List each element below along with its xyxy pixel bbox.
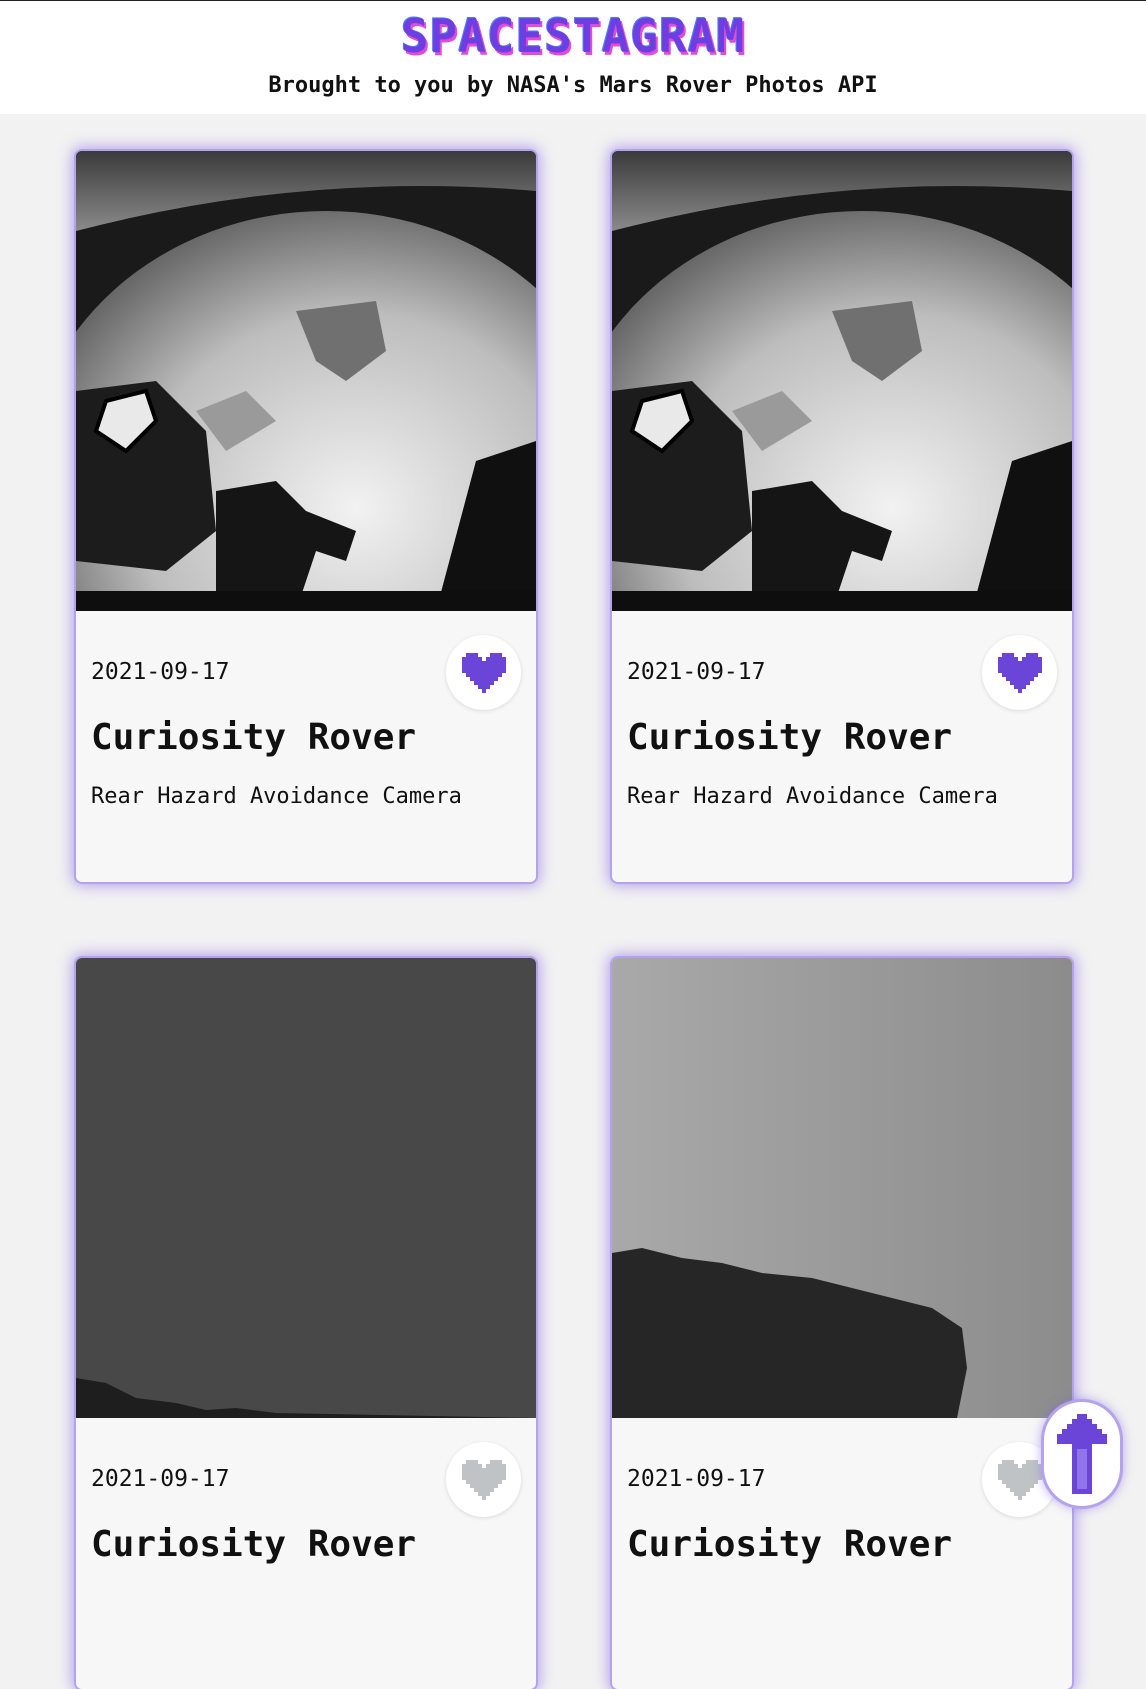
rover-name: Curiosity Rover <box>91 717 417 758</box>
arrow-up-icon <box>1057 1414 1107 1494</box>
photo-date: 2021-09-17 <box>91 659 230 685</box>
like-button[interactable] <box>446 1442 521 1517</box>
rover-photo <box>76 958 536 1418</box>
photo-card: 2021-09-17 Curiosity Rover <box>76 958 536 1689</box>
heart-icon <box>997 1459 1042 1500</box>
site-tagline: Brought to you by NASA's Mars Rover Phot… <box>268 73 878 98</box>
heart-icon <box>461 1459 506 1500</box>
site-header: SPACESTAGRAM Brought to you by NASA's Ma… <box>0 0 1146 114</box>
photo-card: 2021-09-17 Curiosity Rover Rear Hazard A… <box>76 151 536 882</box>
rover-name: Curiosity Rover <box>91 1524 417 1565</box>
photo-card: 2021-09-17 Curiosity Rover Rear Hazard A… <box>612 151 1072 882</box>
rover-photo <box>76 151 536 611</box>
rover-photo <box>612 151 1072 611</box>
rover-name: Curiosity Rover <box>627 717 953 758</box>
heart-icon <box>461 652 506 693</box>
like-button[interactable] <box>982 635 1057 710</box>
scroll-to-top-button[interactable] <box>1044 1402 1120 1506</box>
camera-name: Rear Hazard Avoidance Camera <box>91 784 462 809</box>
site-logo: SPACESTAGRAM <box>400 9 746 63</box>
rover-name: Curiosity Rover <box>627 1524 953 1565</box>
heart-icon <box>997 652 1042 693</box>
photo-date: 2021-09-17 <box>627 659 766 685</box>
rover-photo <box>612 958 1072 1418</box>
photo-date: 2021-09-17 <box>627 1466 766 1492</box>
camera-name: Rear Hazard Avoidance Camera <box>627 784 998 809</box>
like-button[interactable] <box>446 635 521 710</box>
photo-card: 2021-09-17 Curiosity Rover <box>612 958 1072 1689</box>
photo-date: 2021-09-17 <box>91 1466 230 1492</box>
